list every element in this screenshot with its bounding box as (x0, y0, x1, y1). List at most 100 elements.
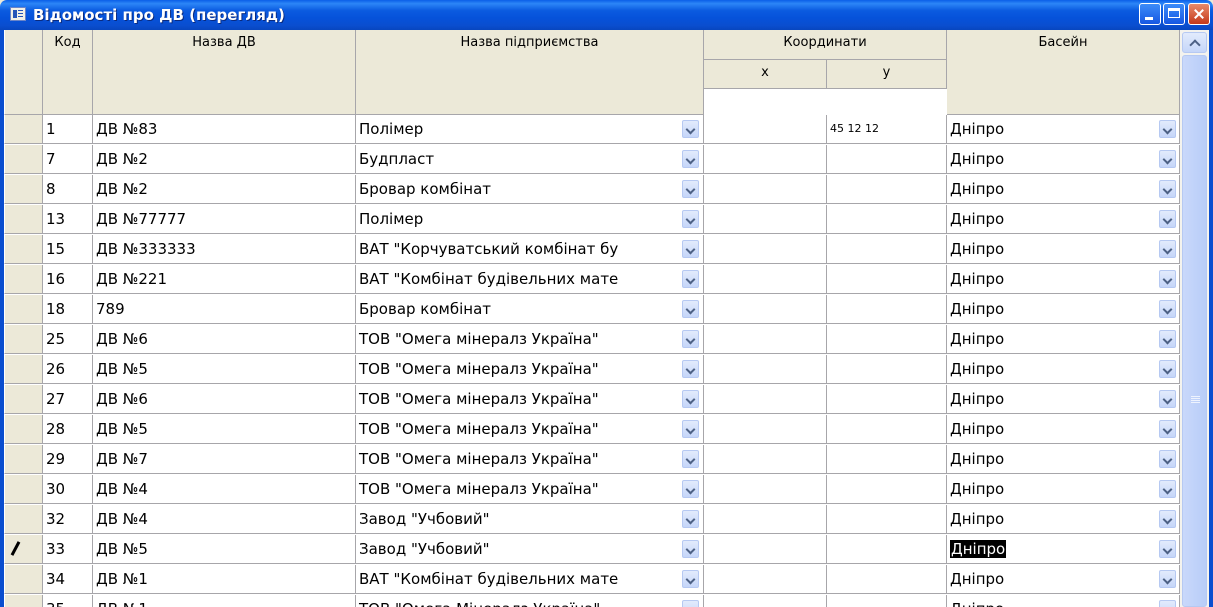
y-cell[interactable] (827, 265, 947, 294)
header-y[interactable]: y (827, 60, 947, 89)
name-cell[interactable]: ДВ №1 (93, 595, 356, 607)
code-cell[interactable]: 35 (43, 595, 93, 607)
x-cell[interactable] (704, 205, 827, 234)
x-cell[interactable] (704, 295, 827, 324)
name-cell[interactable]: ДВ №4 (93, 505, 356, 534)
x-cell[interactable] (704, 505, 827, 534)
record-selector[interactable] (4, 595, 43, 607)
code-cell[interactable]: 15 (43, 235, 93, 264)
scroll-up-button[interactable] (1182, 32, 1207, 53)
code-cell[interactable]: 32 (43, 505, 93, 534)
name-cell[interactable]: 789 (93, 295, 356, 324)
basin-combo[interactable]: Дніпро (947, 505, 1180, 534)
x-cell[interactable] (704, 175, 827, 204)
table-row[interactable]: 18 789 Бровар комбінат Дніпро (4, 295, 1180, 324)
enterprise-combo[interactable]: ТОВ "Омега мінералз Україна" (356, 385, 704, 414)
x-cell[interactable] (704, 265, 827, 294)
basin-combo[interactable]: Дніпро (947, 205, 1180, 234)
enterprise-combo[interactable]: ТОВ "Омега мінералз Україна" (356, 445, 704, 474)
table-row[interactable]: 29 ДВ №7 ТОВ "Омега мінералз Україна" Дніпр… (4, 445, 1180, 474)
code-cell[interactable]: 33 (43, 535, 93, 564)
chevron-down-icon[interactable] (682, 150, 699, 168)
enterprise-combo[interactable]: ТОВ "Омега мінералз Україна" (356, 475, 704, 504)
y-cell[interactable] (827, 475, 947, 504)
chevron-down-icon[interactable] (682, 510, 699, 528)
basin-combo[interactable]: Дніпро (947, 535, 1180, 564)
name-cell[interactable]: ДВ №2 (93, 145, 356, 174)
table-row[interactable]: 16 ДВ №221 ВАТ "Комбінат будівельних мате Д… (4, 265, 1180, 294)
code-cell[interactable]: 28 (43, 415, 93, 444)
basin-combo[interactable]: Дніпро (947, 265, 1180, 294)
table-row[interactable]: 35ДВ №1ТОВ "Омега Мінералз Україна" Дніпр… (4, 595, 1180, 607)
record-selector[interactable] (4, 535, 43, 564)
table-row[interactable]: 33 ДВ №5 Завод "Учбовий" Дніпро (4, 535, 1180, 564)
y-cell[interactable] (827, 325, 947, 354)
table-row[interactable]: 1 ДВ №83 Полімер 45 12 12 Дніпро (4, 115, 1180, 144)
chevron-down-icon[interactable] (682, 540, 699, 558)
enterprise-combo[interactable]: ВАТ "Комбінат будівельних мате (356, 565, 704, 594)
code-cell[interactable]: 7 (43, 145, 93, 174)
chevron-down-icon[interactable] (1159, 210, 1176, 228)
y-cell[interactable] (827, 385, 947, 414)
title-bar[interactable]: Відомості про ДВ (перегляд) (0, 0, 1213, 30)
basin-combo[interactable]: Дніпро (947, 145, 1180, 174)
basin-combo[interactable]: Дніпро (947, 115, 1180, 144)
chevron-down-icon[interactable] (1159, 540, 1176, 558)
chevron-down-icon[interactable] (1159, 270, 1176, 288)
code-cell[interactable]: 8 (43, 175, 93, 204)
y-cell[interactable] (827, 535, 947, 564)
table-row[interactable]: 15 ДВ №333333 ВАТ "Корчуватський комбінат … (4, 235, 1180, 264)
record-selector[interactable] (4, 505, 43, 534)
x-cell[interactable] (704, 415, 827, 444)
record-selector[interactable] (4, 445, 43, 474)
minimize-button[interactable] (1139, 3, 1161, 25)
basin-combo[interactable]: Дніпро (947, 295, 1180, 324)
chevron-down-icon[interactable] (1159, 510, 1176, 528)
basin-combo[interactable]: Дніпро (947, 445, 1180, 474)
enterprise-combo[interactable]: ТОВ "Омега мінералз Україна" (356, 325, 704, 354)
table-row[interactable]: 30 ДВ №4 ТОВ "Омега мінералз Україна" Дніпр… (4, 475, 1180, 504)
record-selector[interactable] (4, 205, 43, 234)
chevron-down-icon[interactable] (682, 420, 699, 438)
name-cell[interactable]: ДВ №7 (93, 445, 356, 474)
table-row[interactable]: 7 ДВ №2 Будпласт Дніпро (4, 145, 1180, 174)
chevron-down-icon[interactable] (682, 450, 699, 468)
table-row[interactable]: 27 ДВ №6 ТОВ "Омега мінералз Україна" Дніпр… (4, 385, 1180, 414)
record-selector[interactable] (4, 295, 43, 324)
x-cell[interactable] (704, 115, 827, 144)
header-code[interactable]: Код (43, 30, 93, 115)
name-cell[interactable]: ДВ №221 (93, 265, 356, 294)
chevron-down-icon[interactable] (1159, 120, 1176, 138)
y-cell[interactable] (827, 295, 947, 324)
chevron-down-icon[interactable] (682, 180, 699, 198)
basin-combo[interactable]: Дніпро (947, 175, 1180, 204)
basin-combo[interactable]: Дніпро (947, 325, 1180, 354)
enterprise-combo[interactable]: ТОВ "Омега мінералз Україна" (356, 415, 704, 444)
name-cell[interactable]: ДВ №77777 (93, 205, 356, 234)
enterprise-combo[interactable]: Завод "Учбовий" (356, 505, 704, 534)
code-cell[interactable]: 30 (43, 475, 93, 504)
x-cell[interactable] (704, 325, 827, 354)
chevron-down-icon[interactable] (1159, 360, 1176, 378)
chevron-down-icon[interactable] (1159, 390, 1176, 408)
x-cell[interactable] (704, 535, 827, 564)
name-cell[interactable]: ДВ №5 (93, 415, 356, 444)
basin-combo[interactable]: Дніпро (947, 385, 1180, 414)
record-selector[interactable] (4, 565, 43, 594)
table-row[interactable]: 32 ДВ №4 Завод "Учбовий" Дніпро (4, 505, 1180, 534)
chevron-down-icon[interactable] (682, 240, 699, 258)
code-cell[interactable]: 27 (43, 385, 93, 414)
x-cell[interactable] (704, 595, 827, 607)
x-cell[interactable] (704, 565, 827, 594)
y-cell[interactable]: 45 12 12 (827, 115, 947, 144)
table-row[interactable]: 8 ДВ №2 Бровар комбінат Дніпро (4, 175, 1180, 204)
name-cell[interactable]: ДВ №6 (93, 385, 356, 414)
header-enterprise[interactable]: Назва підприємства (356, 30, 704, 115)
chevron-down-icon[interactable] (682, 600, 699, 607)
record-selector[interactable] (4, 355, 43, 384)
x-cell[interactable] (704, 355, 827, 384)
basin-combo[interactable]: Дніпро (947, 355, 1180, 384)
enterprise-combo[interactable]: ВАТ "Корчуватський комбінат бу (356, 235, 704, 264)
chevron-down-icon[interactable] (1159, 180, 1176, 198)
chevron-down-icon[interactable] (1159, 330, 1176, 348)
